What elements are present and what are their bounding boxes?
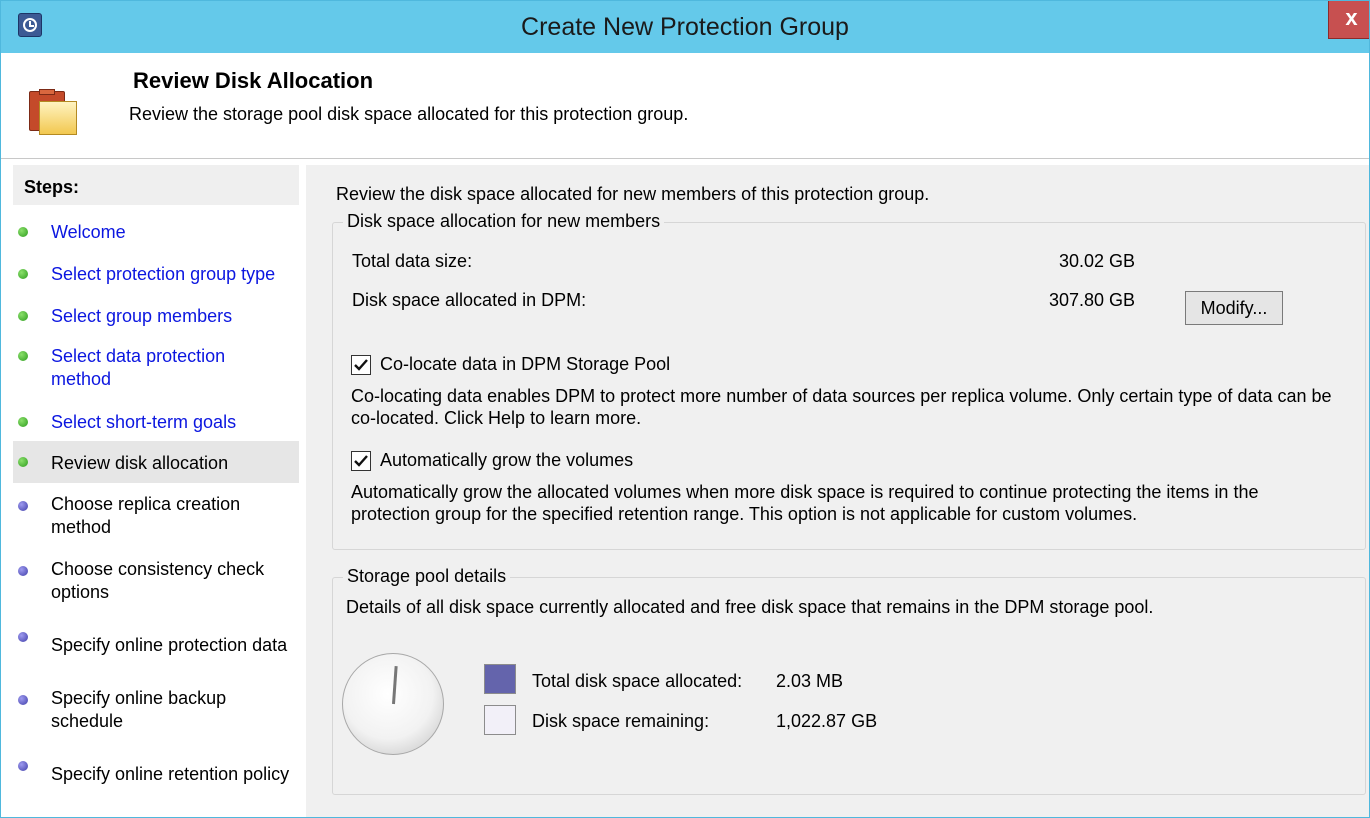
colocate-checkbox[interactable] bbox=[351, 355, 371, 375]
remaining-swatch bbox=[484, 705, 516, 735]
step-label: Review disk allocation bbox=[51, 453, 229, 473]
allocated-label: Total disk space allocated: bbox=[532, 671, 743, 691]
remaining-value: 1,022.87 GB bbox=[776, 711, 878, 731]
step-completed-icon bbox=[18, 417, 28, 427]
page-subtitle: Review the storage pool disk space alloc… bbox=[129, 104, 689, 124]
total-data-label: Total data size: bbox=[352, 251, 473, 271]
autogrow-description: Automatically grow the allocated volumes… bbox=[351, 482, 1259, 524]
step-label: Select protection group type bbox=[51, 264, 276, 284]
step-completed-icon bbox=[18, 351, 28, 361]
storage-pool-group-title: Storage pool details bbox=[343, 566, 511, 587]
step-pending-icon bbox=[18, 566, 28, 576]
allocated-value: 2.03 MB bbox=[776, 671, 844, 691]
autogrow-checkbox[interactable] bbox=[351, 451, 371, 471]
colocate-label[interactable]: Co-locate data in DPM Storage Pool bbox=[380, 354, 670, 375]
step-item-replica-creation: Choose replica creation method bbox=[13, 493, 299, 541]
storage-pool-description: Details of all disk space currently allo… bbox=[346, 597, 1154, 617]
close-icon: x bbox=[1345, 5, 1358, 30]
step-label: Select short-term goals bbox=[51, 412, 237, 432]
autogrow-label[interactable]: Automatically grow the volumes bbox=[380, 450, 633, 471]
step-item-consistency-check: Choose consistency check options bbox=[13, 558, 299, 606]
step-label: Welcome bbox=[51, 222, 126, 242]
step-item-group-members[interactable]: Select group members bbox=[13, 305, 299, 331]
remaining-label: Disk space remaining: bbox=[532, 711, 710, 731]
step-item-online-retention-policy: Specify online retention policy bbox=[13, 761, 299, 789]
step-item-short-term-goals[interactable]: Select short-term goals bbox=[13, 411, 299, 437]
modify-button[interactable]: Modify... bbox=[1185, 291, 1283, 325]
step-current-icon bbox=[18, 457, 28, 467]
allocated-swatch bbox=[484, 664, 516, 694]
pie-gauge-icon bbox=[342, 653, 444, 755]
step-pending-icon bbox=[18, 695, 28, 705]
allocation-group: Disk space allocation for new members To… bbox=[332, 211, 1366, 550]
step-item-welcome[interactable]: Welcome bbox=[13, 221, 299, 247]
content-panel: Review the disk space allocated for new … bbox=[306, 165, 1369, 817]
intro-text: Review the disk space allocated for new … bbox=[336, 184, 930, 204]
wizard-header: Review Disk Allocation Review the storag… bbox=[1, 53, 1369, 159]
total-data-value: 30.02 GB bbox=[1058, 251, 1135, 271]
steps-heading: Steps: bbox=[13, 165, 299, 205]
disk-allocated-label: Disk space allocated in DPM: bbox=[352, 290, 587, 310]
step-item-group-type[interactable]: Select protection group type bbox=[13, 263, 299, 289]
step-pending-icon bbox=[18, 632, 28, 642]
step-item-protection-method[interactable]: Select data protection method bbox=[13, 345, 299, 393]
disk-allocated-value: 307.80 GB bbox=[1048, 290, 1135, 310]
gauge-needle bbox=[392, 665, 398, 705]
step-label: Select data protection method bbox=[51, 346, 226, 389]
step-pending-icon bbox=[18, 501, 28, 511]
colocate-description: Co-locating data enables DPM to protect … bbox=[351, 386, 1332, 428]
title-bar: Create New Protection Group x bbox=[1, 1, 1369, 53]
step-completed-icon bbox=[18, 311, 28, 321]
checkmark-icon bbox=[354, 359, 368, 371]
close-button[interactable]: x bbox=[1328, 1, 1369, 39]
step-label: Specify online protection data bbox=[51, 635, 288, 655]
step-pending-icon bbox=[18, 761, 28, 771]
storage-pool-group: Storage pool details Details of all disk… bbox=[332, 566, 1366, 795]
page-title: Review Disk Allocation bbox=[133, 68, 374, 93]
modify-button-label: Modify... bbox=[1200, 298, 1268, 318]
steps-panel: Steps: Welcome Select protection group t… bbox=[13, 165, 299, 817]
steps-heading-label: Steps: bbox=[24, 177, 80, 197]
window-title: Create New Protection Group bbox=[521, 13, 849, 41]
wizard-window: Create New Protection Group x Review Dis… bbox=[0, 0, 1370, 818]
step-label: Choose replica creation method bbox=[51, 494, 241, 537]
step-completed-icon bbox=[18, 269, 28, 279]
step-item-review-disk-allocation[interactable]: Review disk allocation bbox=[13, 441, 299, 483]
checkmark-icon bbox=[354, 455, 368, 467]
step-label: Specify online backup schedule bbox=[51, 688, 227, 731]
step-label: Select group members bbox=[51, 306, 233, 326]
folder-icon bbox=[29, 89, 79, 135]
step-completed-icon bbox=[18, 227, 28, 237]
step-label: Specify online retention policy bbox=[51, 764, 290, 784]
step-item-online-protection-data: Specify online protection data bbox=[13, 632, 299, 660]
allocation-group-title: Disk space allocation for new members bbox=[343, 211, 665, 232]
step-item-online-backup-schedule: Specify online backup schedule bbox=[13, 687, 299, 735]
step-label: Choose consistency check options bbox=[51, 559, 265, 602]
